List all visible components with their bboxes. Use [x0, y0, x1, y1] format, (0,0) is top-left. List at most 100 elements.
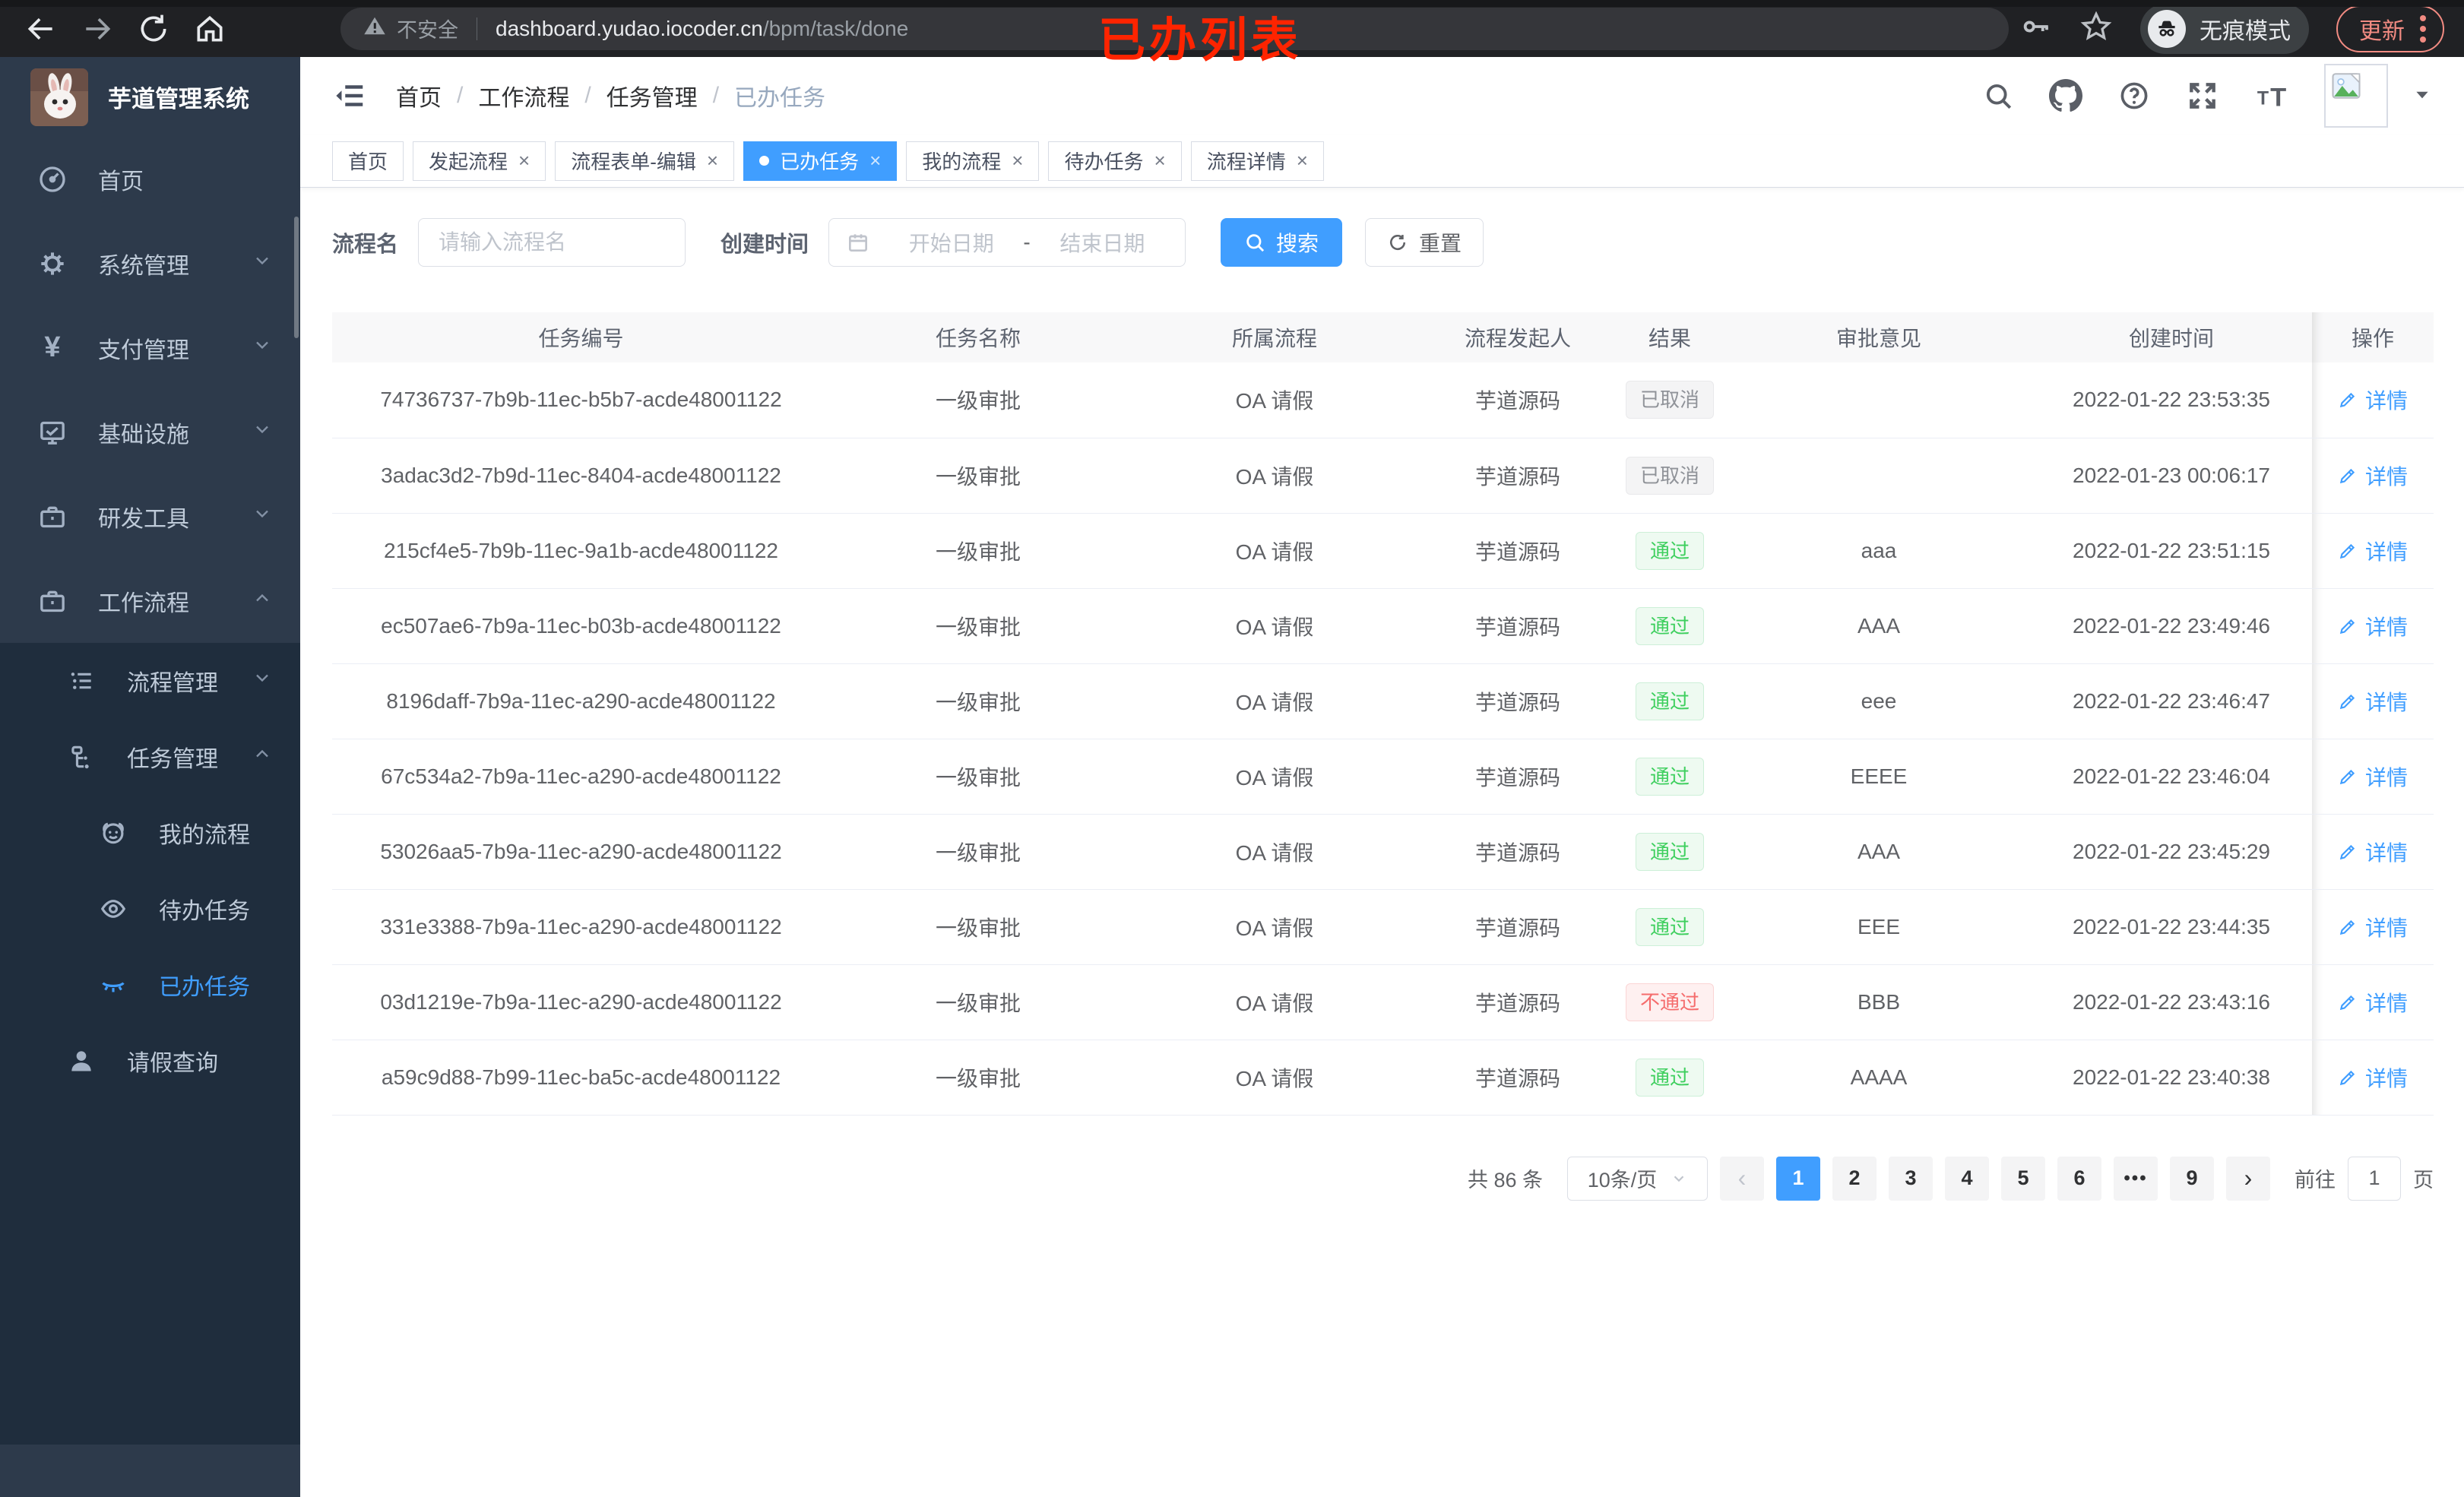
update-label[interactable]: 更新: [2359, 12, 2405, 46]
sidebar-scrollbar[interactable]: [294, 217, 299, 338]
sidebar-item-payment[interactable]: ¥ 支付管理: [0, 305, 300, 390]
tab-process-form-edit[interactable]: 流程表单-编辑 ×: [555, 141, 735, 181]
annotation-done-list: 已办列表: [1098, 14, 1303, 67]
prev-page-button[interactable]: ‹: [1720, 1156, 1764, 1201]
sidebar-item-home[interactable]: 首页: [0, 137, 300, 221]
help-icon[interactable]: [2117, 79, 2151, 112]
col-flow: 所属流程: [1126, 312, 1423, 362]
date-range-picker[interactable]: 开始日期 - 结束日期: [828, 218, 1186, 267]
bookmark-star-icon[interactable]: [2079, 10, 2113, 47]
status-badge: 通过: [1635, 531, 1704, 570]
page-size-select[interactable]: 10条/页: [1567, 1156, 1708, 1201]
sidebar-item-devtools[interactable]: 研发工具: [0, 474, 300, 559]
sidebar-item-leave-query[interactable]: 请假查询: [0, 1023, 300, 1099]
start-date-placeholder[interactable]: 开始日期: [885, 227, 1017, 258]
status-badge: 通过: [1635, 757, 1704, 796]
next-page-button[interactable]: ›: [2226, 1156, 2270, 1201]
page-button-9[interactable]: 9: [2170, 1156, 2214, 1201]
browser-forward-icon[interactable]: [81, 12, 114, 46]
close-icon[interactable]: ×: [1297, 149, 1308, 172]
sidebar-item-todo-tasks[interactable]: 待办任务: [0, 871, 300, 947]
sidebar-item-done-tasks[interactable]: 已办任务: [0, 947, 300, 1023]
password-key-icon[interactable]: [2020, 11, 2052, 46]
page-button-1[interactable]: 1: [1776, 1156, 1820, 1201]
app-logo: [30, 68, 88, 126]
detail-button[interactable]: 详情: [2338, 611, 2408, 641]
page-button-4[interactable]: 4: [1945, 1156, 1989, 1201]
pagination: 共 86 条 10条/页 ‹ 1 2 3 4 5 6 ••• 9 › 前往 页: [332, 1156, 2434, 1201]
app-logo-row[interactable]: 芋道管理系统: [0, 57, 300, 137]
sidebar-item-process-management[interactable]: 流程管理: [0, 643, 300, 719]
reset-button[interactable]: 重置: [1365, 218, 1484, 267]
page-button-3[interactable]: 3: [1889, 1156, 1933, 1201]
page-button-6[interactable]: 6: [2057, 1156, 2101, 1201]
sidebar-item-label: 已办任务: [159, 975, 250, 1000]
status-badge: 通过: [1635, 682, 1704, 720]
tab-start-process[interactable]: 发起流程 ×: [413, 141, 546, 181]
detail-button[interactable]: 详情: [2338, 686, 2408, 717]
filter-row: 流程名 创建时间 开始日期 - 结束日期 搜索 重置: [332, 218, 2434, 267]
goto-page-input[interactable]: [2348, 1156, 2401, 1201]
caret-down-icon[interactable]: [2412, 84, 2432, 108]
breadcrumb-home[interactable]: 首页: [396, 79, 442, 112]
font-size-icon[interactable]: TT: [2254, 78, 2289, 113]
tab-done-tasks[interactable]: 已办任务 ×: [743, 141, 898, 181]
detail-button[interactable]: 详情: [2338, 912, 2408, 942]
browser-home-icon[interactable]: [193, 12, 226, 46]
tab-process-detail[interactable]: 流程详情 ×: [1190, 141, 1324, 181]
page-button-5[interactable]: 5: [2001, 1156, 2045, 1201]
app-title: 芋道管理系统: [108, 86, 249, 112]
sidebar-item-workflow[interactable]: 工作流程: [0, 559, 300, 643]
search-button[interactable]: 搜索: [1221, 218, 1343, 267]
tab-home[interactable]: 首页: [332, 141, 404, 181]
tab-my-process[interactable]: 我的流程 ×: [906, 141, 1040, 181]
detail-button[interactable]: 详情: [2338, 987, 2408, 1018]
fullscreen-icon[interactable]: [2186, 79, 2219, 112]
sidebar-item-label: 首页: [98, 169, 144, 195]
list-icon: [65, 666, 98, 695]
not-secure-label[interactable]: 不安全: [397, 14, 458, 43]
range-separator: -: [1023, 230, 1031, 254]
update-button[interactable]: 更新: [2336, 5, 2444, 52]
col-task-id: 任务编号: [332, 312, 830, 362]
create-time-label: 创建时间: [721, 233, 809, 257]
detail-button[interactable]: 详情: [2338, 460, 2408, 491]
chevron-up-icon: [252, 587, 273, 615]
detail-button[interactable]: 详情: [2338, 1062, 2408, 1093]
more-pages-button[interactable]: •••: [2114, 1156, 2158, 1201]
table-row: 3adac3d2-7b9d-11ec-8404-acde48001122 一级审批…: [332, 438, 2434, 514]
sidebar-item-label: 任务管理: [127, 747, 218, 772]
sidebar-item-my-process[interactable]: 我的流程: [0, 795, 300, 871]
col-result: 结果: [1613, 312, 1727, 362]
table-row: a59c9d88-7b99-11ec-ba5c-acde48001122 一级审批…: [332, 1040, 2434, 1116]
menu-fold-icon[interactable]: [332, 78, 367, 113]
close-icon[interactable]: ×: [707, 149, 718, 172]
close-icon[interactable]: ×: [1154, 149, 1166, 172]
github-icon[interactable]: [2049, 79, 2082, 112]
close-icon[interactable]: ×: [518, 149, 530, 172]
close-icon[interactable]: ×: [1012, 149, 1023, 172]
end-date-placeholder[interactable]: 结束日期: [1037, 227, 1168, 258]
detail-button[interactable]: 详情: [2338, 837, 2408, 867]
breadcrumb-task-management[interactable]: 任务管理: [606, 79, 698, 112]
browser-reload-icon[interactable]: [137, 12, 170, 46]
detail-button[interactable]: 详情: [2338, 385, 2408, 415]
table-row: ec507ae6-7b9a-11ec-b03b-acde48001122 一级审批…: [332, 588, 2434, 664]
url-path: /bpm/task/done: [762, 16, 909, 40]
sidebar-item-system[interactable]: 系统管理: [0, 221, 300, 305]
page-button-2[interactable]: 2: [1832, 1156, 1877, 1201]
detail-button[interactable]: 详情: [2338, 536, 2408, 566]
breadcrumb-workflow[interactable]: 工作流程: [478, 79, 569, 112]
status-badge: 已取消: [1625, 381, 1714, 419]
sidebar-item-task-management[interactable]: 任务管理: [0, 719, 300, 795]
flow-tree-icon: [65, 742, 98, 771]
avatar[interactable]: [2324, 64, 2388, 128]
detail-button[interactable]: 详情: [2338, 761, 2408, 792]
process-name-input[interactable]: [418, 218, 686, 267]
search-icon[interactable]: [1982, 80, 2014, 112]
sidebar-item-infrastructure[interactable]: 基础设施: [0, 390, 300, 474]
tab-todo-tasks[interactable]: 待办任务 ×: [1048, 141, 1182, 181]
browser-back-icon[interactable]: [24, 12, 58, 46]
close-icon[interactable]: ×: [869, 149, 881, 172]
browser-menu-icon[interactable]: [2420, 14, 2426, 43]
